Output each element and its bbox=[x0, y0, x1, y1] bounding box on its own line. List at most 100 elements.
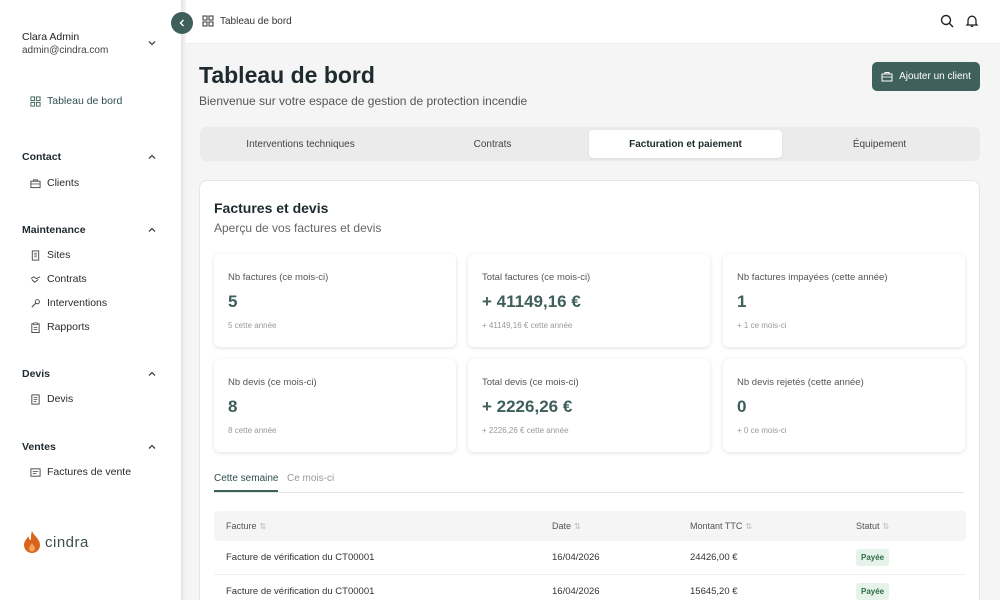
user-info[interactable]: Clara Admin admin@cindra.com bbox=[22, 30, 108, 58]
building-icon bbox=[31, 249, 40, 261]
sidebar-item-label: Contrats bbox=[47, 273, 87, 285]
sidebar-item-label: Sites bbox=[47, 249, 71, 261]
cell-date: 16/04/2026 bbox=[552, 586, 600, 597]
sidebar-item-label: Interventions bbox=[47, 297, 108, 309]
stat-subtext: + 41149,16 € cette année bbox=[482, 321, 573, 330]
sort-icon: ⇅ bbox=[882, 521, 890, 531]
stat-label: Nb factures (ce mois-ci) bbox=[228, 272, 329, 283]
sidebar-item-interventions[interactable]: Interventions bbox=[30, 297, 107, 309]
sidebar: Clara Admin admin@cindra.com Tableau de … bbox=[0, 0, 182, 600]
stat-card: Nb devis rejetés (cette année) 0 + 0 ce … bbox=[723, 359, 965, 452]
status-badge: Payée bbox=[856, 583, 890, 600]
stat-label: Total factures (ce mois-ci) bbox=[482, 272, 591, 283]
stat-card: Nb factures impayées (cette année) 1 + 1… bbox=[723, 254, 965, 347]
stat-value: 1 bbox=[737, 292, 747, 311]
table-row[interactable]: Facture de vérification du CT00001 16/04… bbox=[214, 575, 966, 600]
sidebar-item-label: Rapports bbox=[47, 321, 90, 333]
chevron-down-icon[interactable] bbox=[146, 37, 158, 49]
section-title-ventes: Ventes bbox=[22, 441, 56, 453]
column-label: Montant TTC bbox=[690, 521, 743, 531]
tab-facturation-et-paiement[interactable]: Facturation et paiement bbox=[589, 130, 782, 158]
collapse-sidebar-button[interactable] bbox=[171, 12, 193, 34]
stat-card: Nb factures (ce mois-ci) 5 5 cette année bbox=[214, 254, 456, 347]
tab-contrats[interactable]: Contrats bbox=[396, 130, 589, 158]
table-header: Facture ⇅ Date ⇅ Montant TTC ⇅ Statut ⇅ bbox=[214, 511, 966, 541]
card-subtitle: Aperçu de vos factures et devis bbox=[214, 221, 382, 235]
sidebar-item-rapports[interactable]: Rapports bbox=[30, 321, 90, 333]
flame-icon bbox=[24, 531, 40, 553]
sidebar-item-sites[interactable]: Sites bbox=[30, 249, 70, 261]
sidebar-item-factures-de-vente[interactable]: Factures de vente bbox=[30, 466, 131, 478]
tab-interventions-techniques[interactable]: Interventions techniques bbox=[204, 130, 397, 158]
tab-ce-mois-ci[interactable]: Ce mois-ci bbox=[287, 473, 334, 484]
stat-card: Total devis (ce mois-ci) + 2226,26 € + 2… bbox=[468, 359, 710, 452]
stat-card: Nb devis (ce mois-ci) 8 8 cette année bbox=[214, 359, 456, 452]
sidebar-item-clients[interactable]: Clients bbox=[30, 177, 79, 189]
add-client-label: Ajouter un client bbox=[899, 71, 971, 82]
sidebar-item-dashboard[interactable]: Tableau de bord bbox=[30, 95, 122, 107]
sidebar-item-label: Clients bbox=[47, 177, 80, 189]
logo-text: cindra bbox=[45, 533, 89, 551]
bell-icon[interactable] bbox=[965, 14, 979, 28]
section-title-maintenance: Maintenance bbox=[22, 224, 86, 236]
column-label: Facture bbox=[226, 521, 257, 531]
breadcrumb-label: Tableau de bord bbox=[220, 15, 292, 27]
sidebar-item-label: Tableau de bord bbox=[47, 95, 123, 107]
sidebar-item-label: Factures de vente bbox=[47, 466, 132, 478]
column-header-statut[interactable]: Statut ⇅ bbox=[856, 521, 889, 531]
section-title-contact: Contact bbox=[22, 151, 62, 163]
clipboard-icon bbox=[31, 322, 40, 333]
sidebar-item-label: Devis bbox=[47, 393, 74, 405]
section-title-devis: Devis bbox=[22, 368, 51, 380]
breadcrumb: Tableau de bord bbox=[202, 15, 292, 27]
status-badge: Payée bbox=[856, 549, 890, 566]
stat-label: Nb devis rejetés (cette année) bbox=[737, 377, 864, 388]
stat-subtext: + 0 ce mois-ci bbox=[737, 426, 787, 435]
column-label: Statut bbox=[856, 521, 880, 531]
column-header-date[interactable]: Date ⇅ bbox=[552, 521, 581, 531]
cell-facture: Facture de vérification du CT00001 bbox=[226, 586, 375, 597]
sidebar-divider bbox=[182, 0, 186, 600]
stat-subtext: 5 cette année bbox=[228, 321, 277, 330]
sort-icon: ⇅ bbox=[745, 521, 753, 531]
chevron-up-icon[interactable] bbox=[146, 151, 158, 163]
search-icon[interactable] bbox=[940, 14, 954, 28]
stat-subtext: + 2226,26 € cette année bbox=[482, 426, 569, 435]
sort-icon: ⇅ bbox=[259, 521, 267, 531]
sidebar-item-contrats[interactable]: Contrats bbox=[30, 273, 87, 285]
column-header-montant[interactable]: Montant TTC ⇅ bbox=[690, 521, 752, 531]
page-subtitle: Bienvenue sur votre espace de gestion de… bbox=[199, 94, 528, 108]
stat-card: Total factures (ce mois-ci) + 41149,16 €… bbox=[468, 254, 710, 347]
tab-equipement[interactable]: Équipement bbox=[783, 130, 976, 158]
grid-icon bbox=[30, 95, 41, 107]
chevron-up-icon[interactable] bbox=[146, 224, 158, 236]
stat-value: + 2226,26 € bbox=[482, 397, 573, 416]
user-email: admin@cindra.com bbox=[22, 45, 109, 56]
cell-montant: 24426,00 € bbox=[690, 552, 738, 563]
stat-value: 0 bbox=[737, 397, 747, 416]
table-row[interactable]: Facture de vérification du CT00001 16/04… bbox=[214, 541, 966, 575]
briefcase-icon bbox=[30, 178, 41, 188]
cindra-logo: cindra bbox=[22, 530, 89, 554]
add-client-button[interactable]: Ajouter un client bbox=[872, 62, 980, 91]
sidebar-item-devis[interactable]: Devis bbox=[30, 393, 73, 405]
column-label: Date bbox=[552, 521, 572, 531]
chevron-up-icon[interactable] bbox=[146, 441, 158, 453]
tab-cette-semaine[interactable]: Cette semaine bbox=[214, 473, 279, 492]
column-header-facture[interactable]: Facture ⇅ bbox=[226, 521, 266, 531]
period-tabs: Cette semaine Ce mois-ci bbox=[214, 471, 964, 493]
stat-value: + 41149,16 € bbox=[482, 292, 581, 311]
page-title: Tableau de bord bbox=[199, 62, 375, 88]
sort-icon: ⇅ bbox=[574, 521, 581, 531]
stat-subtext: 8 cette année bbox=[228, 426, 277, 435]
stat-value: 8 bbox=[228, 397, 238, 416]
chevron-up-icon[interactable] bbox=[146, 368, 158, 380]
user-name: Clara Admin bbox=[22, 31, 80, 43]
invoices-quotes-card: Factures et devis Aperçu de vos factures… bbox=[199, 180, 980, 600]
wrench-icon bbox=[31, 298, 40, 308]
stat-subtext: + 1 ce mois-ci bbox=[737, 321, 787, 330]
stat-label: Nb factures impayées (cette année) bbox=[737, 272, 888, 283]
stat-label: Nb devis (ce mois-ci) bbox=[228, 377, 317, 388]
cell-date: 16/04/2026 bbox=[552, 552, 600, 563]
handshake-icon bbox=[30, 275, 41, 283]
